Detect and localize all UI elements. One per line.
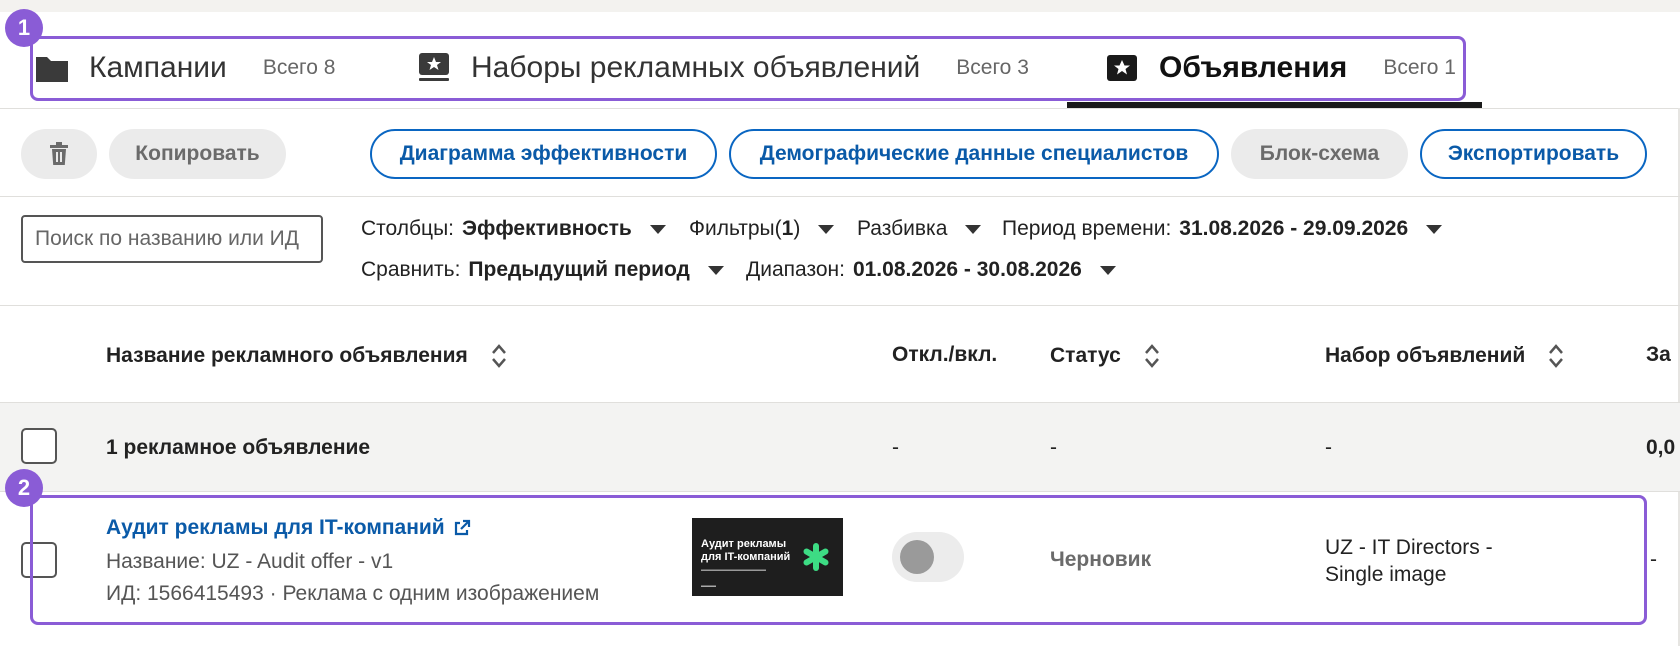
filters-divider [0,305,1680,306]
range-value: 01.08.2026 - 30.08.2026 [852,258,1082,281]
annotation-badge-1: 1 [5,9,43,47]
period-value: 31.08.2026 - 29.09.2026 [1179,217,1409,240]
range-dropdown[interactable]: Диапазон: 01.08.2026 - 30.08.2026 [746,258,1116,282]
tabs-divider [0,108,1680,109]
header-next-label: За [1646,343,1671,366]
compare-value: Предыдущий период [468,258,690,281]
row-next-value: - [1650,548,1657,571]
compare-dropdown[interactable]: Сравнить: Предыдущий период [361,258,724,282]
header-next-column[interactable]: За [1646,343,1671,367]
header-ad-set[interactable]: Набор объявлений [1325,343,1565,369]
summary-next: 0,0 [1646,436,1676,459]
annotation-box-tabs [30,36,1466,101]
range-label: Диапазон: [746,258,845,281]
filters-dropdown[interactable]: Фильтры(1) [689,217,835,241]
header-ad-set-label: Набор объявлений [1325,344,1526,367]
summary-divider [0,491,1680,492]
summary-name: 1 рекламное объявление [106,436,371,459]
chevron-down-icon [707,265,724,275]
breakdown-dropdown[interactable]: Разбивка [857,217,982,241]
flow-chart-button[interactable]: Блок-схема [1231,129,1408,179]
performance-chart-button[interactable]: Диаграмма эффективности [370,129,717,179]
period-dropdown[interactable]: Период времени: 31.08.2026 - 29.09.2026 [1002,217,1443,241]
breakdown-label: Разбивка [857,217,948,240]
chevron-down-icon [965,224,982,234]
toolbar-divider [0,196,1680,197]
summary-toggle: - [892,436,899,459]
annotation-badge-2: 2 [5,469,43,507]
filters-label: Фильтры( [689,217,782,240]
sort-icon [1549,344,1564,368]
copy-button[interactable]: Копировать [109,129,286,179]
select-all-checkbox[interactable] [21,428,57,464]
compare-label: Сравнить: [361,258,461,281]
chevron-down-icon [649,224,666,234]
period-label: Период времени: [1002,217,1172,240]
header-status-label: Статус [1050,344,1121,367]
chevron-down-icon [1426,224,1443,234]
sort-icon [491,344,506,368]
chevron-down-icon [818,224,835,234]
filters-count: 1 [781,217,794,240]
demographics-button[interactable]: Демографические данные специалистов [729,129,1219,179]
header-ad-name-label: Название рекламного объявления [106,344,468,367]
top-strip [0,0,1680,12]
export-button[interactable]: Экспортировать [1420,129,1647,179]
columns-value: Эффективность [462,217,632,240]
filters-close: ) [793,217,801,240]
delete-button[interactable] [21,129,97,179]
header-status[interactable]: Статус [1050,343,1161,369]
header-toggle-label: Откл./вкл. [892,343,998,366]
columns-dropdown[interactable]: Столбцы: Эффективность [361,217,666,241]
chevron-down-icon [1099,265,1116,275]
summary-status: - [1050,436,1057,459]
summary-ad-set: - [1325,436,1332,459]
search-input[interactable] [21,215,323,263]
trash-icon [50,142,68,165]
header-ad-name[interactable]: Название рекламного объявления [106,343,508,369]
columns-label: Столбцы: [361,217,455,240]
header-toggle: Откл./вкл. [892,343,997,367]
annotation-box-ad-row [30,495,1647,625]
sort-icon [1144,344,1159,368]
